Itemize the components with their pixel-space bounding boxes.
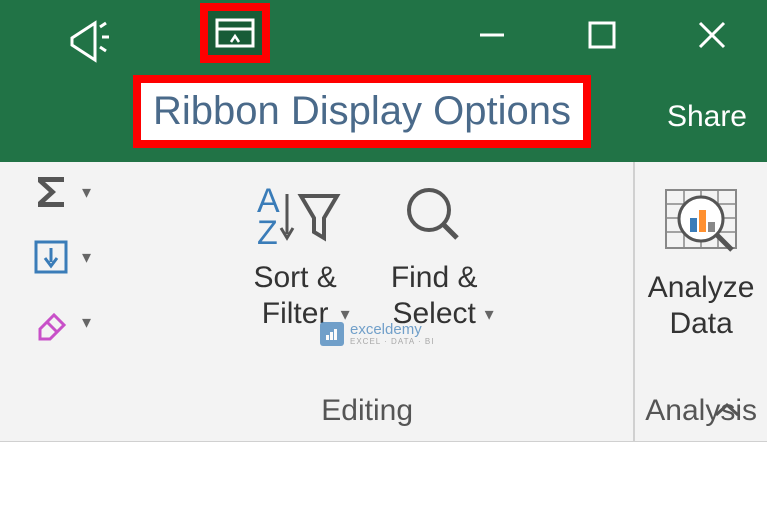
fill-button[interactable]: ▾	[30, 232, 91, 282]
chevron-down-icon: ▾	[82, 182, 91, 203]
analyze-data-label: Analyze Data	[648, 270, 755, 342]
ribbon-display-icon	[215, 18, 255, 48]
autosum-button[interactable]: ▾	[30, 167, 91, 217]
share-button[interactable]: Share	[667, 100, 747, 134]
tooltip-text: Ribbon Display Options	[153, 89, 571, 133]
chevron-up-icon	[712, 401, 742, 421]
titlebar: Ribbon Display Options Share	[0, 0, 767, 162]
watermark: exceldemy EXCEL · DATA · BI	[320, 322, 434, 346]
find-select-button[interactable]: Find & Select ▾	[375, 177, 494, 394]
minimize-icon	[474, 17, 510, 53]
fill-down-icon	[30, 236, 72, 278]
analyze-data-button[interactable]: Analyze Data	[648, 177, 755, 394]
eraser-icon	[30, 301, 72, 343]
editing-group: A Z Sort & Filter ▾ Find & Select ▾	[101, 162, 635, 441]
sort-filter-icon: A Z	[249, 182, 341, 252]
sort-filter-button[interactable]: A Z Sort & Filter ▾	[241, 177, 350, 394]
minimize-button[interactable]	[437, 10, 547, 60]
tooltip: Ribbon Display Options	[133, 75, 591, 148]
watermark-brand: exceldemy	[350, 322, 434, 337]
collapse-ribbon-button[interactable]	[712, 401, 742, 426]
megaphone-icon[interactable]	[60, 13, 112, 70]
find-select-label: Find & Select ▾	[375, 260, 494, 326]
watermark-logo-icon	[320, 322, 344, 346]
maximize-icon	[586, 19, 618, 51]
close-icon	[694, 17, 730, 53]
analyze-data-icon	[656, 182, 746, 262]
sigma-icon	[30, 171, 72, 213]
analysis-group: Analyze Data Analysis	[635, 162, 767, 441]
chevron-down-icon: ▾	[82, 312, 91, 333]
clear-button[interactable]: ▾	[30, 297, 91, 347]
close-button[interactable]	[657, 10, 767, 60]
window-controls	[367, 10, 767, 60]
maximize-button[interactable]	[547, 10, 657, 60]
svg-text:Z: Z	[257, 214, 278, 252]
sort-filter-label: Sort & Filter ▾	[241, 260, 350, 326]
quick-functions: ▾ ▾ ▾	[0, 162, 101, 441]
watermark-tagline: EXCEL · DATA · BI	[350, 337, 434, 346]
ribbon-display-options-button[interactable]	[200, 3, 270, 63]
editing-group-label: Editing	[321, 394, 413, 436]
ribbon: ▾ ▾ ▾ A Z	[0, 162, 767, 442]
chevron-down-icon: ▾	[485, 304, 494, 326]
search-icon	[399, 182, 469, 252]
chevron-down-icon: ▾	[82, 247, 91, 268]
